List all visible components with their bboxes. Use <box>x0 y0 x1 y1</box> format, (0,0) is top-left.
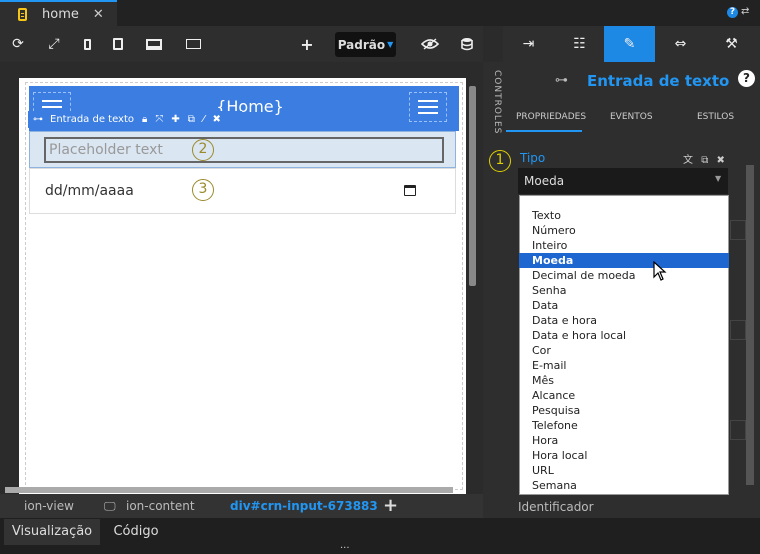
dropdown-option[interactable]: Data e hora <box>519 313 729 328</box>
tipo-actions: 文 ⧉ ✖ <box>683 151 725 166</box>
caret-down-icon: ▼ <box>715 174 722 183</box>
subtab-eventos[interactable]: EVENTOS <box>610 112 653 122</box>
dropdown-option[interactable]: Telefone <box>519 418 729 433</box>
tipo-select[interactable]: Moeda <box>518 168 728 194</box>
horizontal-scrollbar[interactable] <box>5 487 453 493</box>
calendar-icon[interactable] <box>404 185 416 196</box>
panel-tab-edit[interactable]: ✎ <box>604 26 655 62</box>
tab-home-label: home <box>42 6 79 22</box>
panel-tab-tree[interactable]: ☷ <box>554 26 605 62</box>
dropdown-option[interactable]: Inteiro <box>519 238 729 253</box>
toolbar <box>0 26 483 62</box>
dropdown-option[interactable]: Senha <box>519 283 729 298</box>
crumb-ion-view[interactable]: ion-view <box>24 494 74 518</box>
expand-icon[interactable]: ⤧ <box>155 114 163 125</box>
dropdown-option[interactable]: Moeda <box>519 253 729 268</box>
panel-tab-tools[interactable]: ⚒ <box>706 26 757 62</box>
date-input[interactable]: dd/mm/aaaa <box>45 183 134 199</box>
help-icon[interactable]: ? <box>727 7 738 18</box>
marker-2: 2 <box>192 139 214 161</box>
dropdown-option[interactable]: Hora <box>519 433 729 448</box>
database-icon[interactable] <box>457 26 477 62</box>
add-icon[interactable]: ✚ <box>171 114 179 125</box>
tipo-label: Tipo <box>520 151 546 165</box>
resize-handle[interactable]: ... <box>340 540 350 551</box>
dropdown-option[interactable]: Número <box>519 223 729 238</box>
add-crumb-icon[interactable]: + <box>383 494 398 518</box>
help-icon[interactable]: ? <box>738 70 755 87</box>
crumb-ion-content[interactable]: ion-content <box>126 494 195 518</box>
dropdown-option[interactable]: Decimal de moeda <box>519 268 729 283</box>
subtab-estilos[interactable]: ESTILOS <box>697 112 734 122</box>
fullscreen-icon[interactable]: ⤢ <box>44 26 64 62</box>
panel-tab-resize[interactable]: ⇔ <box>655 26 706 62</box>
phone-icon[interactable] <box>78 26 96 62</box>
vertical-scrollbar[interactable] <box>469 86 476 286</box>
mouse-cursor-icon <box>653 260 667 284</box>
external-link-icon[interactable]: ⧉ <box>701 155 708 166</box>
lock-icon[interactable]: 🔒︎ <box>142 114 147 125</box>
marker-3: 3 <box>192 179 214 201</box>
identificador-label: Identificador <box>518 500 594 514</box>
monitor-icon[interactable] <box>182 26 204 62</box>
clear-icon[interactable]: ✖ <box>717 155 725 166</box>
crumb-active-div[interactable]: div#crn-input-673883 <box>230 494 378 518</box>
file-icon <box>18 7 27 21</box>
copy-icon[interactable]: ⧉ <box>188 114 195 125</box>
tab-home[interactable]: home ✕ <box>0 0 117 26</box>
refresh-icon[interactable]: ⟳ <box>8 26 28 62</box>
text-input-icon: ⊶ <box>555 73 568 88</box>
dropdown-option[interactable]: Hora local <box>519 448 729 463</box>
dropdown-option[interactable]: Mês <box>519 373 729 388</box>
controls-label[interactable]: CONTROLES <box>484 70 502 134</box>
eye-icon[interactable] <box>419 26 441 62</box>
padrao-label: Padrão <box>337 37 386 52</box>
dropdown-option[interactable]: Pesquisa <box>519 403 729 418</box>
tablet-icon[interactable] <box>109 26 127 62</box>
dropdown-option[interactable]: Semana <box>519 478 729 493</box>
menu-right-icon[interactable] <box>409 92 447 122</box>
dropdown-option[interactable]: Texto <box>519 208 729 223</box>
swap-icon[interactable]: ⇄ <box>741 6 749 17</box>
subtab-indicator <box>506 130 582 132</box>
dropdown-option[interactable]: Data <box>519 298 729 313</box>
text-input[interactable]: Placeholder text <box>44 137 444 163</box>
selection-toolbar: ⊶ Entrada de texto 🔒︎ ⤧ ✚ ⧉ ⁄ ✖ <box>28 111 242 128</box>
dropdown-option[interactable]: Alcance <box>519 388 729 403</box>
dropdown-option[interactable]: Data e hora local <box>519 328 729 343</box>
tab-visualizacao[interactable]: Visualização <box>4 519 100 545</box>
field-placeholder <box>730 220 746 240</box>
desktop-icon[interactable] <box>143 26 165 62</box>
plus-icon[interactable]: + <box>297 26 317 62</box>
dropdown-option[interactable]: URL <box>519 463 729 478</box>
field-placeholder <box>730 420 746 440</box>
remove-icon[interactable]: ✖ <box>213 114 221 125</box>
subtab-propriedades[interactable]: PROPRIEDADES <box>516 112 586 122</box>
tab-codigo[interactable]: Código <box>104 519 168 545</box>
dropdown-option[interactable]: Cor <box>519 343 729 358</box>
field-placeholder <box>730 320 746 340</box>
padrao-select[interactable]: Padrão ▼ <box>335 32 396 57</box>
panel-tab-import[interactable]: ⇥ <box>503 26 554 62</box>
wand-icon[interactable]: ⁄ <box>203 114 205 125</box>
caret-down-icon: ▼ <box>387 40 394 49</box>
close-tab-icon[interactable]: ✕ <box>93 7 104 22</box>
monitor-small-icon: 🖵︎ <box>104 499 116 513</box>
translate-icon[interactable]: 文 <box>683 155 693 166</box>
panel-scrollbar[interactable] <box>746 165 754 485</box>
marker-1: 1 <box>489 150 511 172</box>
text-input-icon: ⊶ <box>33 114 43 125</box>
selection-label: Entrada de texto <box>50 114 135 125</box>
dropdown-option[interactable]: E-mail <box>519 358 729 373</box>
panel-title: Entrada de texto <box>587 72 730 90</box>
